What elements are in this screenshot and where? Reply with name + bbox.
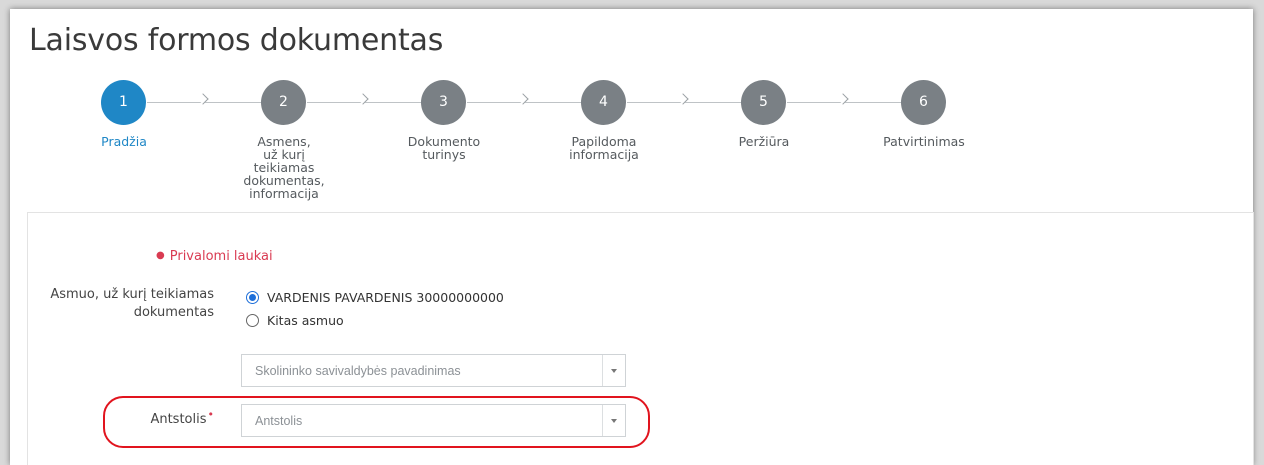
step-2-circle[interactable]: 2: [261, 80, 306, 125]
step-3-label[interactable]: Dokumento turinys: [384, 135, 504, 161]
caret-down-icon: [611, 369, 617, 373]
radio-option-other[interactable]: Kitas asmuo: [246, 313, 344, 328]
radio-option-other-label: Kitas asmuo: [267, 313, 344, 328]
municipality-select[interactable]: Skolininko savivaldybės pavadinimas: [241, 354, 626, 387]
radio-option-self-label: VARDENIS PAVARDENIS 30000000000: [267, 290, 504, 305]
window-frame: Laisvos formos dokumentas 1 2 3 4 5 6 Pr…: [10, 9, 1254, 465]
step-1-circle[interactable]: 1: [101, 80, 146, 125]
highlight-annotation: [103, 396, 650, 448]
step-5-label[interactable]: Peržiūra: [704, 135, 824, 148]
municipality-select-toggle[interactable]: [602, 355, 625, 386]
radio-unchecked-icon[interactable]: [246, 314, 259, 327]
step-5-circle[interactable]: 5: [741, 80, 786, 125]
page-title: Laisvos formos dokumentas: [29, 23, 444, 58]
required-note-text: Privalomi laukai: [169, 249, 273, 264]
step-4-circle[interactable]: 4: [581, 80, 626, 125]
required-dot-icon: ●: [156, 250, 165, 261]
step-2-label[interactable]: Asmens, už kurį teikiamas dokumentas, in…: [224, 135, 344, 200]
step-3-circle[interactable]: 3: [421, 80, 466, 125]
step-4-label[interactable]: Papildoma informacija: [544, 135, 664, 161]
radio-option-self[interactable]: VARDENIS PAVARDENIS 30000000000: [246, 290, 504, 305]
radio-checked-icon[interactable]: [246, 291, 259, 304]
step-6-circle[interactable]: 6: [901, 80, 946, 125]
step-1-label[interactable]: Pradžia: [64, 135, 184, 148]
municipality-select-placeholder: Skolininko savivaldybės pavadinimas: [255, 364, 461, 378]
person-field-label: Asmuo, už kurį teikiamas dokumentas: [50, 287, 214, 320]
form-panel: ● Privalomi laukai Asmuo, už kurį teikiam…: [27, 212, 1254, 465]
step-6-label[interactable]: Patvirtinimas: [864, 135, 984, 148]
required-fields-note: ● Privalomi laukai: [156, 249, 273, 264]
